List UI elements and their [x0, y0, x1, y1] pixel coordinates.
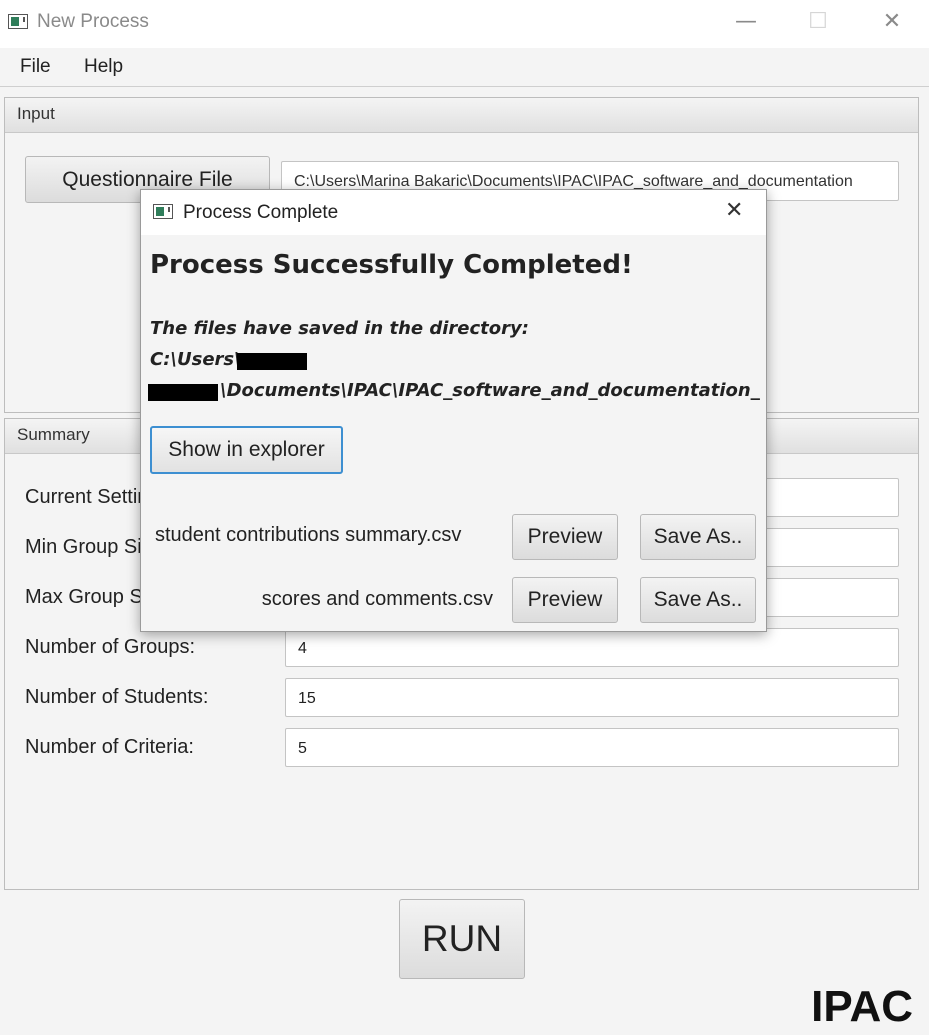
directory-path-line2: \Documents\IPAC\IPAC_software_and_docume… — [220, 380, 760, 401]
menu-file[interactable]: File — [20, 56, 51, 78]
save-as-button-student-contributions[interactable]: Save As.. — [640, 514, 756, 560]
process-complete-dialog: Process Complete ✕ Process Successfully … — [140, 189, 767, 632]
summary-panel-title: Summary — [17, 425, 90, 444]
directory-label: The files have saved in the directory: — [150, 318, 529, 339]
dialog-title: Process Complete — [183, 202, 339, 223]
show-in-explorer-button[interactable]: Show in explorer — [150, 426, 343, 474]
file-name-student-contributions: student contributions summary.csv — [155, 524, 462, 546]
directory-path-line1: C:\Users\ — [150, 349, 241, 370]
dialog-app-icon — [153, 204, 173, 219]
number-of-groups-field[interactable]: 4 — [285, 628, 899, 667]
number-of-students-field[interactable]: 15 — [285, 678, 899, 717]
file-name-scores-comments: scores and comments.csv — [261, 588, 493, 610]
number-of-criteria-field[interactable]: 5 — [285, 728, 899, 767]
save-as-button-scores-comments[interactable]: Save As.. — [640, 577, 756, 623]
input-panel-title: Input — [17, 104, 55, 123]
dialog-title-bar: Process Complete ✕ — [141, 190, 766, 235]
window-title-bar: New Process — ☐ ✕ — [0, 0, 929, 48]
minimize-button[interactable]: — — [716, 0, 776, 46]
dialog-close-button[interactable]: ✕ — [725, 198, 743, 223]
number-of-groups-label: Number of Groups: — [25, 636, 196, 658]
number-of-criteria-label: Number of Criteria: — [25, 736, 194, 758]
menu-bar — [0, 48, 929, 87]
maximize-button[interactable]: ☐ — [788, 0, 848, 46]
menu-help[interactable]: Help — [84, 56, 123, 78]
dialog-heading: Process Successfully Completed! — [150, 250, 633, 280]
redacted-username-2 — [148, 384, 218, 401]
preview-button-scores-comments[interactable]: Preview — [512, 577, 618, 623]
window-title: New Process — [37, 11, 149, 32]
redacted-username — [237, 353, 307, 370]
run-button[interactable]: RUN — [399, 899, 525, 979]
number-of-students-label: Number of Students: — [25, 686, 209, 708]
app-icon — [8, 14, 28, 29]
preview-button-student-contributions[interactable]: Preview — [512, 514, 618, 560]
ipac-logo: IPAC — [811, 982, 913, 1031]
input-panel-header: Input — [5, 98, 918, 133]
close-button[interactable]: ✕ — [862, 0, 922, 46]
